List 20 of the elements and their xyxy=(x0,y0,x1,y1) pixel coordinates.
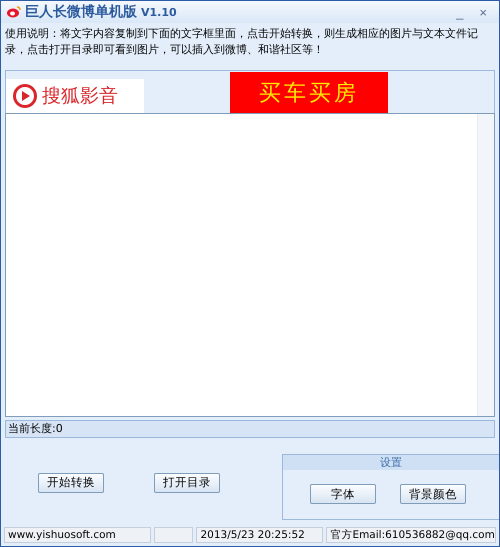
logo-banner[interactable]: 搜狐影音 xyxy=(6,79,144,113)
open-folder-button[interactable]: 打开目录 xyxy=(154,472,220,492)
font-button[interactable]: 字体 xyxy=(310,484,376,504)
status-cell: 官方Email:610536882@qq.com xyxy=(326,527,496,543)
play-icon xyxy=(12,83,38,109)
close-button[interactable]: × xyxy=(473,4,493,20)
version-label: V1.10 xyxy=(141,6,177,18)
weibo-icon xyxy=(7,6,21,18)
status-cell: www.yishuosoft.com xyxy=(4,527,151,543)
logo-text: 搜狐影音 xyxy=(42,84,118,109)
empty-status-cell xyxy=(154,527,194,543)
instructions-text: 使用说明：将文字内容复制到下面的文字框里面，点击开始转换，则生成相应的图片与文本文件记录，点击打开目录即可看到图片，可以插入到微博、和谐社区等！ xyxy=(4,26,479,58)
settings-title: 设置 xyxy=(283,454,499,470)
length-label: 当前长度:0 xyxy=(5,420,495,438)
convert-button[interactable]: 开始转换 xyxy=(38,472,104,492)
background-color-button[interactable]: 背景颜色 xyxy=(400,484,466,504)
minimize-button[interactable]: _ xyxy=(450,4,470,20)
text-editor[interactable] xyxy=(5,113,495,417)
status-cell: 2013/5/23 20:25:52 xyxy=(196,527,324,543)
window-title: 巨人长微博单机版 xyxy=(25,3,137,21)
